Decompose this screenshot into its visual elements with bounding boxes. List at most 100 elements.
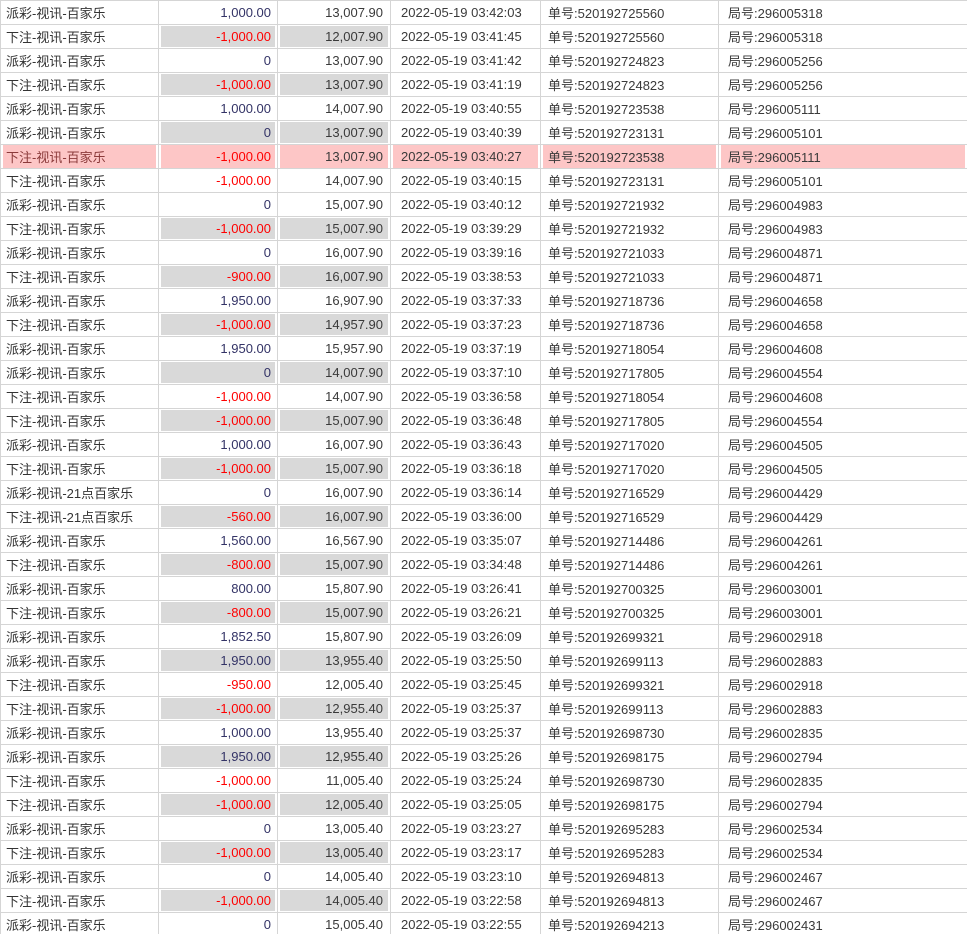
cell-timestamp: 2022-05-19 03:22:58 <box>391 889 541 913</box>
round-number: 296002467 <box>758 870 823 885</box>
transaction-row[interactable]: 派彩-视讯-百家乐 1,000.00 13,955.40 2022-05-19 … <box>1 721 967 745</box>
transaction-row[interactable]: 派彩-视讯-百家乐 0 15,007.90 2022-05-19 03:40:1… <box>1 193 967 217</box>
transaction-row[interactable]: 派彩-视讯-百家乐 0 13,007.90 2022-05-19 03:40:3… <box>1 121 967 145</box>
transaction-row[interactable]: 派彩-视讯-百家乐 800.00 15,807.90 2022-05-19 03… <box>1 577 967 601</box>
round-number: 296004658 <box>758 318 823 333</box>
transaction-row[interactable]: 下注-视讯-21点百家乐 -560.00 16,007.90 2022-05-1… <box>1 505 967 529</box>
cell-timestamp: 2022-05-19 03:39:16 <box>391 241 541 265</box>
transaction-row[interactable]: 下注-视讯-百家乐 -800.00 15,007.90 2022-05-19 0… <box>1 553 967 577</box>
order-number: 520192721932 <box>578 198 665 213</box>
round-number: 296004608 <box>758 390 823 405</box>
cell-balance: 13,007.90 <box>278 145 391 169</box>
order-number: 520192724823 <box>578 78 665 93</box>
transaction-row[interactable]: 派彩-视讯-21点百家乐 0 16,007.90 2022-05-19 03:3… <box>1 481 967 505</box>
cell-amount: 0 <box>159 913 278 934</box>
transaction-row[interactable]: 下注-视讯-百家乐 -1,000.00 15,007.90 2022-05-19… <box>1 409 967 433</box>
transaction-row[interactable]: 派彩-视讯-百家乐 1,950.00 13,955.40 2022-05-19 … <box>1 649 967 673</box>
order-number: 520192699321 <box>578 630 665 645</box>
transaction-row[interactable]: 派彩-视讯-百家乐 0 14,007.90 2022-05-19 03:37:1… <box>1 361 967 385</box>
cell-game-type: 派彩-视讯-百家乐 <box>1 97 159 121</box>
transaction-row[interactable]: 派彩-视讯-百家乐 1,852.50 15,807.90 2022-05-19 … <box>1 625 967 649</box>
transaction-row[interactable]: 下注-视讯-百家乐 -1,000.00 12,955.40 2022-05-19… <box>1 697 967 721</box>
transaction-row[interactable]: 下注-视讯-百家乐 -1,000.00 12,005.40 2022-05-19… <box>1 793 967 817</box>
round-number: 296004505 <box>758 462 823 477</box>
round-prefix-label: 局号: <box>728 678 758 693</box>
cell-timestamp: 2022-05-19 03:42:03 <box>391 1 541 25</box>
cell-balance: 16,007.90 <box>278 241 391 265</box>
transaction-row[interactable]: 派彩-视讯-百家乐 0 13,007.90 2022-05-19 03:41:4… <box>1 49 967 73</box>
cell-amount: -900.00 <box>159 265 278 289</box>
order-prefix-label: 单号: <box>548 174 578 189</box>
round-prefix-label: 局号: <box>728 102 758 117</box>
cell-amount: 1,950.00 <box>159 337 278 361</box>
transaction-row[interactable]: 派彩-视讯-百家乐 0 15,005.40 2022-05-19 03:22:5… <box>1 913 967 934</box>
cell-game-type: 下注-视讯-百家乐 <box>1 553 159 577</box>
cell-round-number: 局号:296002883 <box>719 649 967 673</box>
cell-amount: 1,950.00 <box>159 649 278 673</box>
transaction-row[interactable]: 派彩-视讯-百家乐 1,950.00 15,957.90 2022-05-19 … <box>1 337 967 361</box>
round-prefix-label: 局号: <box>728 6 758 21</box>
cell-timestamp: 2022-05-19 03:25:50 <box>391 649 541 673</box>
cell-balance: 15,957.90 <box>278 337 391 361</box>
transaction-row[interactable]: 下注-视讯-百家乐 -800.00 15,007.90 2022-05-19 0… <box>1 601 967 625</box>
cell-round-number: 局号:296003001 <box>719 577 967 601</box>
transaction-row[interactable]: 下注-视讯-百家乐 -1,000.00 12,007.90 2022-05-19… <box>1 25 967 49</box>
cell-timestamp: 2022-05-19 03:37:10 <box>391 361 541 385</box>
transaction-row[interactable]: 下注-视讯-百家乐 -1,000.00 15,007.90 2022-05-19… <box>1 457 967 481</box>
transaction-row[interactable]: 派彩-视讯-百家乐 1,000.00 14,007.90 2022-05-19 … <box>1 97 967 121</box>
cell-timestamp: 2022-05-19 03:37:19 <box>391 337 541 361</box>
cell-round-number: 局号:296004658 <box>719 289 967 313</box>
cell-order-number: 单号:520192723131 <box>541 169 719 193</box>
cell-order-number: 单号:520192717805 <box>541 409 719 433</box>
cell-game-type: 派彩-视讯-百家乐 <box>1 1 159 25</box>
round-prefix-label: 局号: <box>728 126 758 141</box>
cell-timestamp: 2022-05-19 03:36:58 <box>391 385 541 409</box>
cell-game-type: 下注-视讯-百家乐 <box>1 769 159 793</box>
cell-round-number: 局号:296005318 <box>719 1 967 25</box>
cell-balance: 14,005.40 <box>278 865 391 889</box>
round-number: 296002534 <box>758 846 823 861</box>
transaction-row-selected[interactable]: 下注-视讯-百家乐 -1,000.00 13,007.90 2022-05-19… <box>1 145 967 169</box>
transaction-row[interactable]: 派彩-视讯-百家乐 0 14,005.40 2022-05-19 03:23:1… <box>1 865 967 889</box>
cell-game-type: 派彩-视讯-百家乐 <box>1 817 159 841</box>
round-prefix-label: 局号: <box>728 630 758 645</box>
cell-order-number: 单号:520192724823 <box>541 49 719 73</box>
round-prefix-label: 局号: <box>728 486 758 501</box>
transaction-row[interactable]: 派彩-视讯-百家乐 1,950.00 12,955.40 2022-05-19 … <box>1 745 967 769</box>
cell-game-type: 下注-视讯-百家乐 <box>1 841 159 865</box>
transaction-row[interactable]: 下注-视讯-百家乐 -950.00 12,005.40 2022-05-19 0… <box>1 673 967 697</box>
transaction-row[interactable]: 下注-视讯-百家乐 -900.00 16,007.90 2022-05-19 0… <box>1 265 967 289</box>
transaction-row[interactable]: 派彩-视讯-百家乐 0 16,007.90 2022-05-19 03:39:1… <box>1 241 967 265</box>
cell-timestamp: 2022-05-19 03:41:19 <box>391 73 541 97</box>
round-number: 296002883 <box>758 702 823 717</box>
cell-round-number: 局号:296004505 <box>719 433 967 457</box>
transaction-row[interactable]: 下注-视讯-百家乐 -1,000.00 11,005.40 2022-05-19… <box>1 769 967 793</box>
transaction-row[interactable]: 派彩-视讯-百家乐 0 13,005.40 2022-05-19 03:23:2… <box>1 817 967 841</box>
transaction-row[interactable]: 下注-视讯-百家乐 -1,000.00 14,007.90 2022-05-19… <box>1 385 967 409</box>
order-number: 520192699113 <box>578 702 664 717</box>
round-prefix-label: 局号: <box>728 462 758 477</box>
transaction-row[interactable]: 派彩-视讯-百家乐 1,950.00 16,907.90 2022-05-19 … <box>1 289 967 313</box>
cell-game-type: 下注-视讯-百家乐 <box>1 385 159 409</box>
order-prefix-label: 单号: <box>548 78 578 93</box>
round-number: 296004983 <box>758 222 823 237</box>
transaction-row[interactable]: 下注-视讯-百家乐 -1,000.00 14,957.90 2022-05-19… <box>1 313 967 337</box>
transaction-row[interactable]: 下注-视讯-百家乐 -1,000.00 13,007.90 2022-05-19… <box>1 73 967 97</box>
round-number: 296004608 <box>758 342 823 357</box>
transaction-row[interactable]: 下注-视讯-百家乐 -1,000.00 14,007.90 2022-05-19… <box>1 169 967 193</box>
transaction-row[interactable]: 下注-视讯-百家乐 -1,000.00 15,007.90 2022-05-19… <box>1 217 967 241</box>
cell-amount: 0 <box>159 865 278 889</box>
cell-balance: 15,005.40 <box>278 913 391 934</box>
round-prefix-label: 局号: <box>728 798 758 813</box>
order-number: 520192723131 <box>578 126 665 141</box>
cell-round-number: 局号:296002794 <box>719 745 967 769</box>
transaction-row[interactable]: 下注-视讯-百家乐 -1,000.00 13,005.40 2022-05-19… <box>1 841 967 865</box>
transaction-row[interactable]: 派彩-视讯-百家乐 1,560.00 16,567.90 2022-05-19 … <box>1 529 967 553</box>
cell-timestamp: 2022-05-19 03:26:41 <box>391 577 541 601</box>
cell-round-number: 局号:296004261 <box>719 553 967 577</box>
cell-balance: 12,955.40 <box>278 697 391 721</box>
transaction-row[interactable]: 派彩-视讯-百家乐 1,000.00 16,007.90 2022-05-19 … <box>1 433 967 457</box>
transaction-row[interactable]: 派彩-视讯-百家乐 1,000.00 13,007.90 2022-05-19 … <box>1 1 967 25</box>
transaction-row[interactable]: 下注-视讯-百家乐 -1,000.00 14,005.40 2022-05-19… <box>1 889 967 913</box>
order-prefix-label: 单号: <box>548 774 578 789</box>
